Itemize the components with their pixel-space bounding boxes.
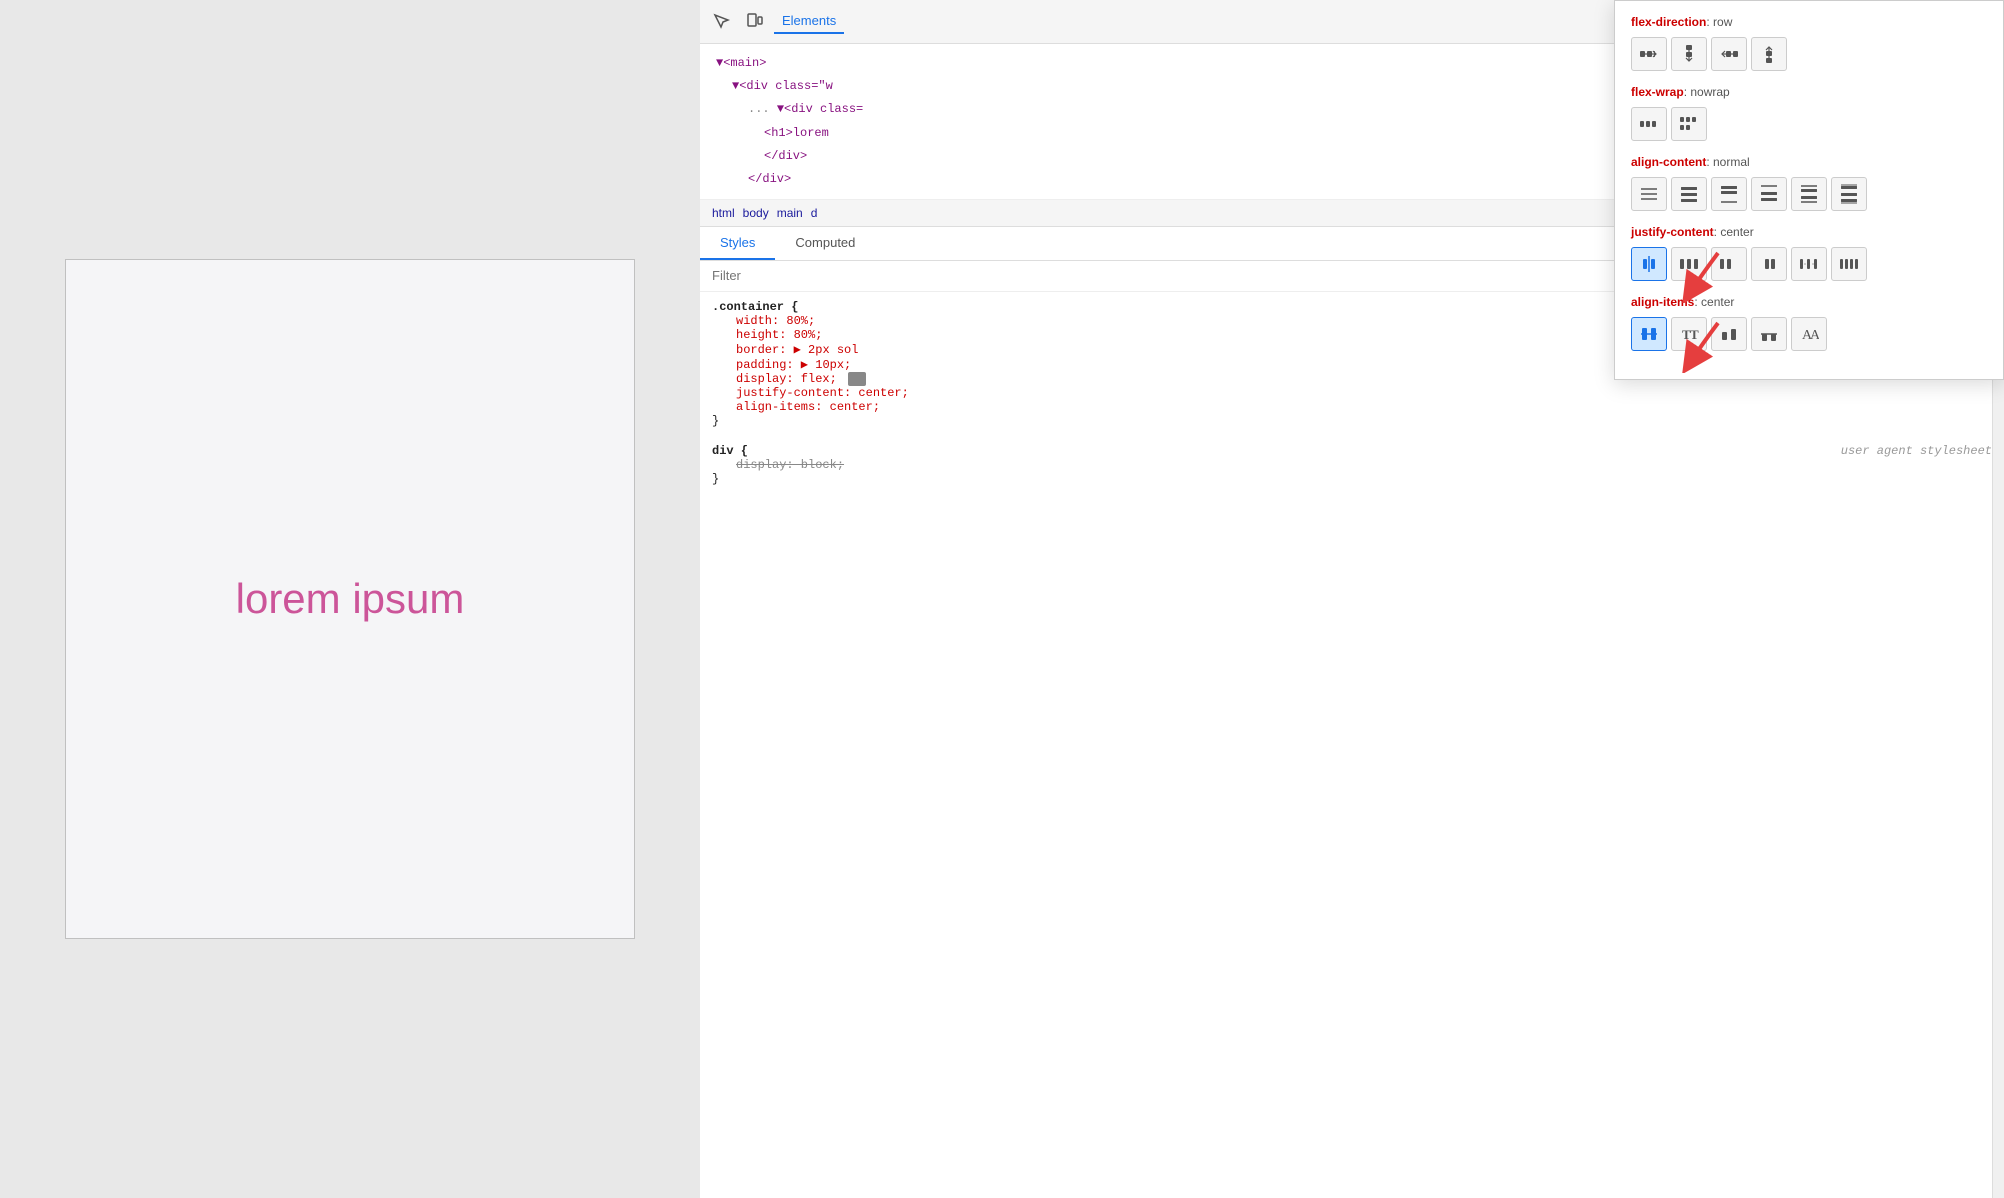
tab-computed[interactable]: Computed: [775, 227, 875, 260]
ai-icon-3[interactable]: [1711, 317, 1747, 351]
ac-icon-1[interactable]: [1631, 177, 1667, 211]
flex-dir-row-rl[interactable]: [1711, 37, 1747, 71]
ac-icon-6[interactable]: [1831, 177, 1867, 211]
justify-content-label: justify-content: center: [1631, 225, 1987, 239]
align-items-label: align-items: center: [1631, 295, 1987, 309]
flex-wrap-nowrap[interactable]: [1631, 107, 1667, 141]
align-content-icons: [1631, 177, 1987, 211]
inspect-icon[interactable]: [710, 10, 734, 34]
flex-direction-section: flex-direction: row: [1631, 15, 1987, 71]
elements-tab[interactable]: Elements: [774, 9, 844, 34]
flex-direction-icons: [1631, 37, 1987, 71]
breadcrumb-main[interactable]: main: [777, 206, 803, 220]
tab-styles[interactable]: Styles: [700, 227, 775, 260]
css-close-brace: }: [712, 414, 1992, 428]
css-selector-text: .container {: [712, 300, 798, 314]
ac-icon-2[interactable]: [1671, 177, 1707, 211]
breadcrumb-d[interactable]: d: [811, 206, 818, 220]
align-content-section: align-content: normal: [1631, 155, 1987, 211]
justify-content-icons: [1631, 247, 1987, 281]
flex-direction-label: flex-direction: row: [1631, 15, 1987, 29]
css-strikethrough-display: display: block;: [736, 458, 844, 472]
flex-wrap-section: flex-wrap: nowrap: [1631, 85, 1987, 141]
flex-icon-inline[interactable]: [848, 372, 866, 386]
align-items-icons: T T: [1631, 317, 1987, 351]
preview-container: lorem ipsum: [65, 259, 635, 939]
breadcrumb-html[interactable]: html: [712, 206, 735, 220]
align-content-label: align-content: normal: [1631, 155, 1987, 169]
ac-icon-4[interactable]: [1751, 177, 1787, 211]
css-div-display[interactable]: display: block;: [712, 458, 1992, 472]
breadcrumb-body[interactable]: body: [743, 206, 769, 220]
ai-icon-5[interactable]: A A: [1791, 317, 1827, 351]
jc-icon-3[interactable]: [1711, 247, 1747, 281]
jc-icon-center[interactable]: [1631, 247, 1667, 281]
css-div-selector[interactable]: div {: [712, 444, 748, 458]
ac-icon-3[interactable]: [1711, 177, 1747, 211]
flex-dir-row-lr[interactable]: [1631, 37, 1667, 71]
justify-content-section: justify-content: center: [1631, 225, 1987, 281]
jc-icon-2[interactable]: [1671, 247, 1707, 281]
lorem-text: lorem ipsum: [236, 575, 465, 623]
css-div-header: div { user agent stylesheet: [712, 444, 1992, 458]
jc-icon-6[interactable]: [1831, 247, 1867, 281]
devtools-panel: Elements ▼<main> ▼<div class="w ... ▼<di…: [700, 0, 2004, 1198]
browser-preview: lorem ipsum: [0, 0, 700, 1198]
ai-icon-4[interactable]: [1751, 317, 1787, 351]
flex-wrap-icons: [1631, 107, 1987, 141]
flex-dir-col-tb[interactable]: [1671, 37, 1707, 71]
flex-dir-col-bt[interactable]: [1751, 37, 1787, 71]
flex-wrap-label: flex-wrap: nowrap: [1631, 85, 1987, 99]
css-prop-justify[interactable]: justify-content: center;: [712, 386, 1992, 400]
device-icon[interactable]: [742, 10, 766, 34]
jc-icon-4[interactable]: [1751, 247, 1787, 281]
ai-icon-center[interactable]: [1631, 317, 1667, 351]
ac-icon-5[interactable]: [1791, 177, 1827, 211]
css-div-close: }: [712, 472, 1992, 486]
css-user-agent-comment: user agent stylesheet: [1841, 444, 1992, 458]
svg-text:T: T: [1690, 327, 1699, 342]
css-prop-align[interactable]: align-items: center;: [712, 400, 1992, 414]
align-items-section: align-items: center T T: [1631, 295, 1987, 351]
ai-icon-2[interactable]: T T: [1671, 317, 1707, 351]
flex-inspector-popup: flex-direction: row: [1614, 0, 2004, 380]
css-rules-panel: .container { width: 80%; height: 80%; bo…: [700, 292, 2004, 1198]
css-rule-div: div { user agent stylesheet display: blo…: [712, 444, 1992, 486]
jc-icon-5[interactable]: [1791, 247, 1827, 281]
flex-wrap-wrap[interactable]: [1671, 107, 1707, 141]
svg-text:A: A: [1810, 328, 1819, 343]
